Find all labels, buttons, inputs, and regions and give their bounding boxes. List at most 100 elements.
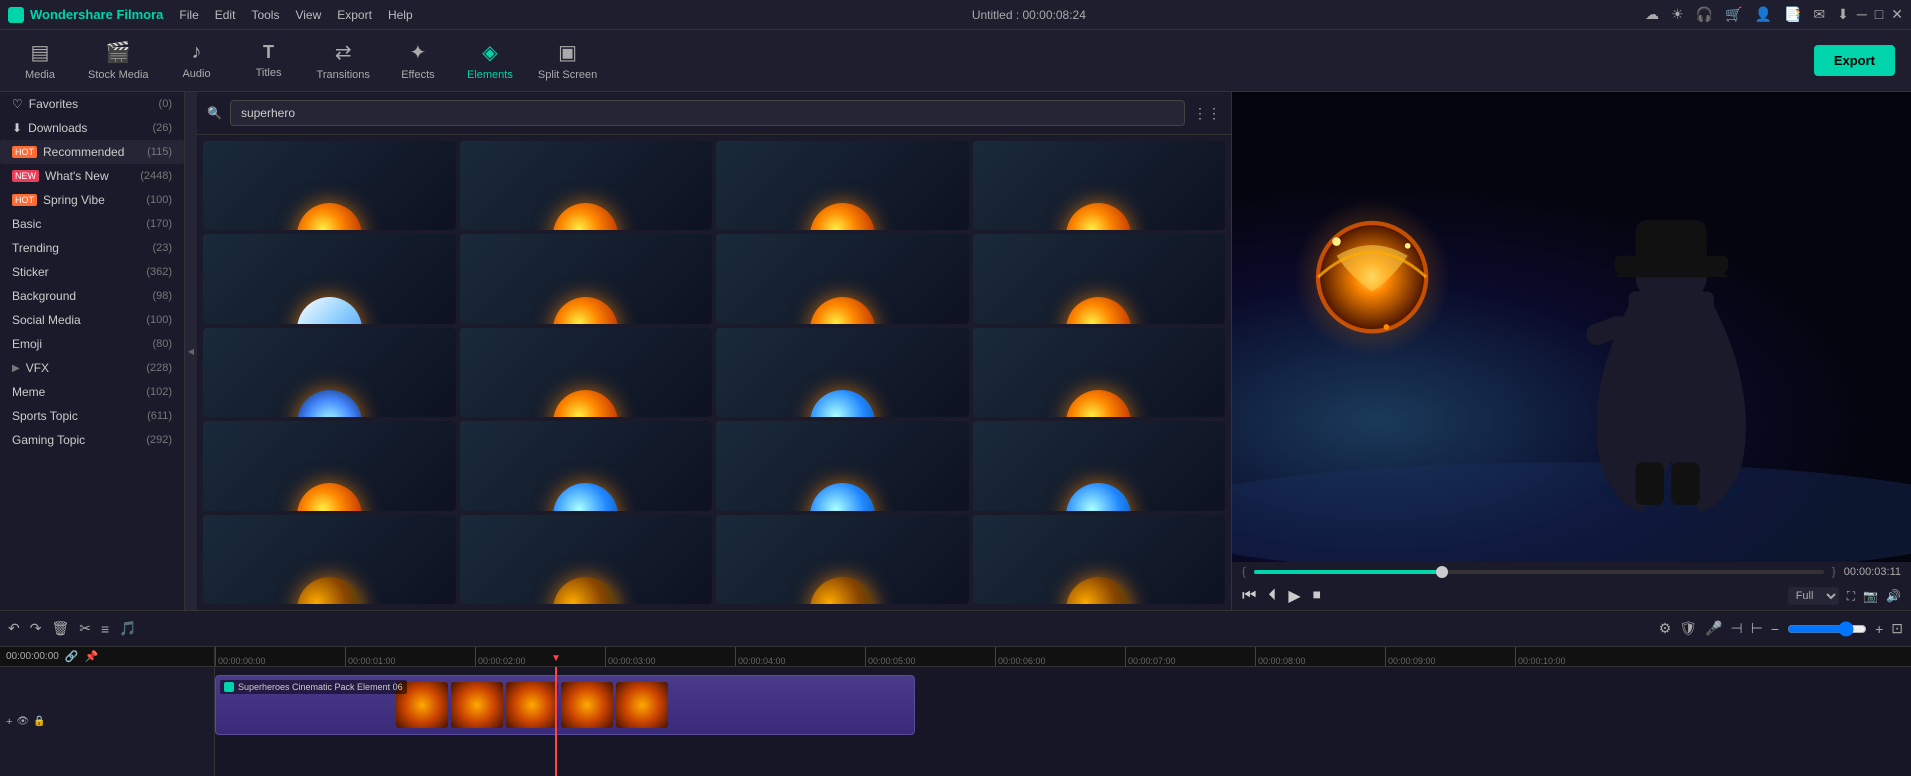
stop-button[interactable]: ⏹ xyxy=(1313,587,1321,605)
redo-button[interactable]: ↷ xyxy=(30,620,42,637)
sidebar-item-sticker[interactable]: Sticker (362) xyxy=(0,260,184,284)
zoom-slider[interactable] xyxy=(1787,621,1867,637)
track-add-icon[interactable]: + xyxy=(6,716,12,728)
cut-button[interactable]: ✂ xyxy=(79,620,91,637)
screenshot-icon[interactable]: 📷 xyxy=(1863,589,1878,603)
grid-item[interactable]: ⬇ Superheroes Cinematic ... xyxy=(203,421,456,510)
user-icon[interactable]: 👤 xyxy=(1755,6,1772,23)
zoom-in-icon[interactable]: + xyxy=(1875,621,1883,637)
sidebar-item-gamingtopic[interactable]: Gaming Topic (292) xyxy=(0,428,184,452)
zoom-select[interactable]: Full 50% 25% xyxy=(1788,587,1839,605)
audio-tool-icon[interactable]: 🎵 xyxy=(119,620,136,637)
minimize-button[interactable]: ─ xyxy=(1857,6,1867,23)
export-button[interactable]: Export xyxy=(1814,45,1895,76)
menu-edit[interactable]: Edit xyxy=(215,8,236,22)
ripple-icon[interactable]: ⊢ xyxy=(1751,620,1763,637)
split-icon[interactable]: ⊣ xyxy=(1730,620,1742,637)
grid-item[interactable]: ⬇ Superheroes Cinematic ... xyxy=(716,515,969,604)
zoom-out-icon[interactable]: − xyxy=(1771,621,1779,637)
search-input[interactable] xyxy=(230,100,1185,126)
grid-item[interactable]: ⬇ Superheroes Cinematic ... xyxy=(460,421,713,510)
menu-file[interactable]: File xyxy=(179,8,198,22)
volume-icon[interactable]: 🔊 xyxy=(1886,589,1901,603)
grid-item[interactable]: ⬇ Superheroes Cinematic ... xyxy=(716,141,969,230)
grid-item[interactable]: ⬇ Superheroes Cinematic ... xyxy=(973,234,1226,323)
headphone-icon[interactable]: 🎧 xyxy=(1696,6,1713,23)
tool-stock-media[interactable]: 🎬 Stock Media xyxy=(88,40,149,81)
grid-item[interactable]: ⬇ Superheroes Cinematic ... xyxy=(973,515,1226,604)
sidebar-item-downloads[interactable]: ⬇ Downloads (26) xyxy=(0,116,184,140)
grid-item[interactable]: ⬇ Superheroes Cinematic ... xyxy=(716,234,969,323)
tool-titles[interactable]: T Titles xyxy=(245,42,293,79)
eye-icon[interactable]: 👁 xyxy=(16,716,29,727)
menu-tools[interactable]: Tools xyxy=(251,8,279,22)
sidebar-item-emoji[interactable]: Emoji (80) xyxy=(0,332,184,356)
sidebar-item-trending[interactable]: Trending (23) xyxy=(0,236,184,260)
grid-item[interactable]: ⬇ Superheroes Cinematic ... xyxy=(203,141,456,230)
play-button[interactable]: ▶ xyxy=(1288,586,1300,606)
grid-item[interactable]: ⬇ Superheroes Cinematic ... xyxy=(203,328,456,417)
grid-item[interactable]: ⬇ Superheroes Cinematic ... xyxy=(973,141,1226,230)
fit-icon[interactable]: ⊡ xyxy=(1891,620,1903,637)
grid-item[interactable]: ⬇ Superheroes Cinematic ... xyxy=(203,515,456,604)
tool-split-screen[interactable]: ▣ Split Screen xyxy=(538,40,597,81)
sidebar-item-recommended[interactable]: HOT Recommended (115) xyxy=(0,140,184,164)
progress-handle[interactable] xyxy=(1436,566,1448,578)
track-label-row: + 👁 🔒 xyxy=(0,667,214,776)
grid-thumb: ⬇ xyxy=(973,328,1226,417)
bookmark-icon[interactable]: 📑 xyxy=(1784,6,1801,23)
sidebar-item-socialmedia[interactable]: Social Media (100) xyxy=(0,308,184,332)
cloud-icon[interactable]: ☁ xyxy=(1645,6,1659,23)
sidebar-resize-handle[interactable]: ◀ xyxy=(185,92,197,610)
grid-item[interactable]: ⬇ Superheroes Cinematic ... xyxy=(460,328,713,417)
menu-export[interactable]: Export xyxy=(337,8,372,22)
sidebar-item-vfx[interactable]: ▶ VFX (228) xyxy=(0,356,184,380)
timeline-toolbar: ↶ ↷ 🗑 ✂ ≡ 🎵 ⚙ 🛡 🎤 ⊣ ⊢ − + ⊡ xyxy=(0,611,1911,647)
fullscreen-icon[interactable]: ⛶ xyxy=(1847,589,1855,604)
grid-item[interactable]: ⬇ Superheroes Cinematic ... xyxy=(716,421,969,510)
sidebar-item-meme[interactable]: Meme (102) xyxy=(0,380,184,404)
download-icon[interactable]: ⬇ xyxy=(1837,6,1849,23)
skip-back-button[interactable]: ⏮ xyxy=(1242,587,1256,605)
delete-button[interactable]: 🗑 xyxy=(51,620,69,637)
tool-elements[interactable]: ◈ Elements xyxy=(466,40,514,81)
grid-item[interactable]: ⬇ Superheroes Cinematic ... xyxy=(973,421,1226,510)
sidebar-item-background[interactable]: Background (98) xyxy=(0,284,184,308)
grid-item[interactable]: ⬇ Superheroes Cinematic ... xyxy=(460,141,713,230)
maximize-button[interactable]: □ xyxy=(1875,6,1883,23)
tool-effects[interactable]: ✦ Effects xyxy=(394,40,442,81)
settings-icon[interactable]: ⚙ xyxy=(1659,620,1672,637)
menu-view[interactable]: View xyxy=(295,8,321,22)
close-button[interactable]: ✕ xyxy=(1891,6,1903,23)
orb-visual xyxy=(553,297,618,324)
prev-frame-button[interactable]: ⏴ xyxy=(1268,587,1276,605)
record-icon[interactable]: 🎤 xyxy=(1705,620,1722,637)
playhead[interactable]: ▼ xyxy=(555,667,557,776)
sidebar-item-whatsnew[interactable]: NEW What's New (2448) xyxy=(0,164,184,188)
sun-icon[interactable]: ☀ xyxy=(1671,6,1684,23)
sidebar-item-sportstopic[interactable]: Sports Topic (611) xyxy=(0,404,184,428)
progress-bar[interactable] xyxy=(1254,570,1824,574)
grid-item[interactable]: ⬇ Superheroes Cinematic ... xyxy=(460,234,713,323)
link-icon[interactable]: 🔗 xyxy=(65,650,79,663)
menu-help[interactable]: Help xyxy=(388,8,413,22)
sidebar-item-basic[interactable]: Basic (170) xyxy=(0,212,184,236)
shield-icon[interactable]: 🛡 xyxy=(1679,620,1697,637)
undo-button[interactable]: ↶ xyxy=(8,620,20,637)
lock-icon[interactable]: 🔒 xyxy=(33,716,45,727)
pin-icon[interactable]: 📌 xyxy=(85,650,99,663)
grid-item[interactable]: ⬇ Superheroes Cinematic ... xyxy=(973,328,1226,417)
mail-icon[interactable]: ✉ xyxy=(1813,6,1825,23)
timeline-clip[interactable]: Superheroes Cinematic Pack Element 06 xyxy=(215,675,915,735)
grid-view-icon[interactable]: ⋮⋮ xyxy=(1193,105,1221,122)
grid-item[interactable]: ⬇ Superheroes Cinematic ... xyxy=(716,328,969,417)
tool-media[interactable]: ▤ Media xyxy=(16,40,64,81)
cart-icon[interactable]: 🛒 xyxy=(1725,6,1742,23)
tool-audio[interactable]: ♪ Audio xyxy=(173,41,221,80)
adjust-button[interactable]: ≡ xyxy=(101,621,109,637)
sidebar-item-springvibe[interactable]: HOT Spring Vibe (100) xyxy=(0,188,184,212)
sidebar-item-favorites[interactable]: ♡ Favorites (0) xyxy=(0,92,184,116)
grid-item[interactable]: ⬇ Superheroes Cinematic ... xyxy=(460,515,713,604)
grid-item[interactable]: ⬇ Superheroes Cinematic ... xyxy=(203,234,456,323)
tool-transitions[interactable]: ⇄ Transitions xyxy=(317,40,370,81)
